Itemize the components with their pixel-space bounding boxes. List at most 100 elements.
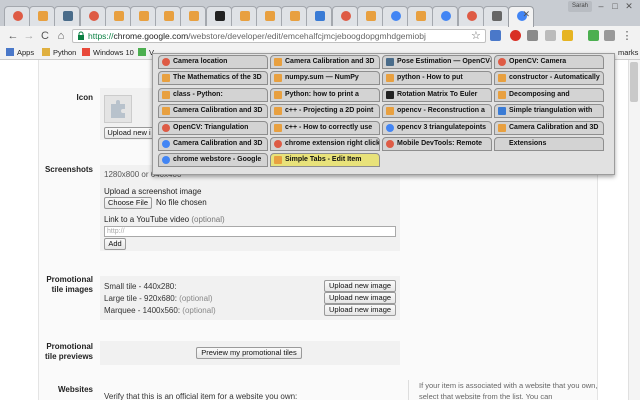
bookmark-star-icon[interactable]: ☆: [471, 29, 481, 42]
popup-tab-item[interactable]: Camera Calibration and 3D: [494, 120, 604, 135]
popup-tab-item[interactable]: chrome webstore - Google: [158, 153, 268, 168]
cast-icon[interactable]: [545, 30, 556, 41]
extension-gear-icon[interactable]: [527, 30, 538, 41]
popup-tab-item[interactable]: OpenCV: Camera: [494, 55, 604, 69]
close-tab-icon[interactable]: ✕: [522, 9, 530, 20]
pinwheel-icon: [498, 90, 506, 99]
home-icon[interactable]: ⌂: [54, 29, 68, 43]
popup-tab-title: python - How to put: [397, 74, 463, 82]
popup-tab-title: Camera Calibration and 3D: [285, 58, 375, 65]
popup-tab-item[interactable]: Camera Calibration and 3D: [270, 55, 380, 69]
browser-tab[interactable]: [482, 6, 509, 26]
popup-tab-title: Simple Tabs - Edit Item: [285, 156, 362, 164]
extension-star-icon[interactable]: [562, 30, 573, 41]
reload-icon[interactable]: C: [38, 29, 52, 43]
menu-icon[interactable]: ⋮: [620, 29, 634, 43]
url-text[interactable]: https://chrome.google.com/webstore/devel…: [88, 30, 426, 42]
browser-tab[interactable]: [155, 6, 182, 26]
browser-tab[interactable]: [4, 6, 30, 26]
forward-arrow-icon[interactable]: →: [22, 29, 36, 43]
popup-tab-item[interactable]: Pose Estimation — OpenCV-: [382, 55, 492, 69]
browser-tab[interactable]: [382, 6, 408, 26]
browser-tab[interactable]: [356, 6, 383, 26]
browser-tab[interactable]: [230, 6, 257, 26]
mit-icon: [498, 107, 506, 116]
popup-tab-item[interactable]: c++ - Projecting a 2D point: [270, 104, 380, 119]
popup-tab-item[interactable]: OpenCV: Triangulation: [158, 120, 268, 135]
simple-tabs-extension-icon[interactable]: [604, 30, 615, 41]
profile-badge[interactable]: Sarah: [568, 1, 592, 12]
icon-section-label: Icon: [76, 93, 93, 102]
popup-tab-item[interactable]: constructor - Automatically: [494, 71, 604, 86]
popup-tab-item[interactable]: Simple triangulation with: [494, 104, 604, 119]
browser-tab[interactable]: [331, 6, 358, 26]
browser-tab[interactable]: [104, 6, 131, 26]
chrome-icon: [88, 11, 99, 21]
pinwheel-icon: [274, 74, 282, 83]
maximize-icon[interactable]: □: [608, 0, 622, 12]
pinwheel-icon: [162, 90, 170, 99]
browser-tab[interactable]: [281, 6, 308, 26]
chrome-icon: [498, 58, 506, 66]
popup-tab-title: numpy.sum — NumPy: [285, 74, 359, 82]
browser-tab[interactable]: [205, 6, 232, 26]
upload-small-tile-button[interactable]: Upload new image: [324, 280, 396, 292]
browser-tab[interactable]: [130, 6, 156, 26]
scrollbar-thumb[interactable]: [630, 62, 638, 102]
bookmark-windows[interactable]: Windows 10: [82, 47, 134, 59]
popup-tab-item[interactable]: numpy.sum — NumPy: [270, 71, 380, 86]
popup-tab-item[interactable]: class - Python:: [158, 87, 268, 102]
popup-tab-item[interactable]: The Mathematics of the 3D: [158, 71, 268, 86]
bookmark-python[interactable]: Python: [42, 47, 76, 59]
popup-tab-item[interactable]: Decomposing and: [494, 87, 604, 102]
extension-opera-icon[interactable]: [510, 30, 521, 41]
browser-tab[interactable]: [432, 6, 459, 26]
websites-help-text: If your item is associated with a websit…: [408, 380, 598, 400]
popup-tab-item[interactable]: chrome extension right click: [270, 137, 380, 151]
browser-tab[interactable]: [29, 6, 56, 26]
popup-tab-title: Python: how to print a: [285, 90, 359, 98]
browser-tab[interactable]: [79, 6, 106, 26]
upload-marquee-button[interactable]: Upload new image: [324, 304, 396, 316]
pinwheel-icon: [365, 11, 376, 21]
popup-tab-item[interactable]: python - How to put: [382, 71, 492, 86]
popup-tab-item[interactable]: opencv - Reconstruction a: [382, 104, 492, 119]
popup-tab-item[interactable]: opencv 3 triangulatepoints: [382, 120, 492, 135]
browser-tab[interactable]: [407, 6, 434, 26]
browser-tab[interactable]: [306, 6, 333, 26]
minimize-icon[interactable]: –: [594, 0, 608, 12]
google-icon: [391, 11, 401, 21]
bookmark-apps[interactable]: Apps: [6, 47, 34, 59]
popup-tab-item[interactable]: c++ - How to correctly use: [270, 120, 380, 135]
popup-tab-title: Camera Calibration and 3D: [173, 140, 263, 147]
browser-tab[interactable]: [457, 6, 484, 26]
upload-icon-button[interactable]: Upload new i: [104, 127, 154, 139]
popup-tab-item[interactable]: Camera Calibration and 3D: [158, 137, 268, 151]
back-arrow-icon[interactable]: ←: [6, 29, 20, 43]
popup-tab-item[interactable]: Mobile DevTools: Remote: [382, 137, 492, 151]
upload-large-tile-button[interactable]: Upload new image: [324, 292, 396, 304]
popup-tab-item[interactable]: Camera location: [158, 55, 268, 69]
close-window-icon[interactable]: ✕: [622, 0, 636, 12]
url-path: /webstore/developer/edit/emcehalfcjmcjeb…: [188, 31, 426, 41]
popup-tab-item[interactable]: Rotation Matrix To Euler: [382, 87, 492, 102]
page-scrollbar[interactable]: [628, 60, 640, 400]
bookmarks-overflow[interactable]: marks: [618, 47, 638, 59]
popup-tab-item[interactable]: Extensions: [494, 137, 604, 151]
popup-tab-item[interactable]: Simple Tabs - Edit Item: [270, 153, 380, 168]
choose-file-button[interactable]: Choose File: [104, 197, 152, 209]
preview-promo-tiles-button[interactable]: Preview my promotional tiles: [196, 347, 302, 359]
extension-grid-icon[interactable]: [490, 30, 501, 41]
browser-tab[interactable]: ✕: [508, 6, 534, 27]
add-video-button[interactable]: Add: [104, 238, 126, 250]
pinwheel-icon: [38, 11, 49, 21]
popup-tab-item[interactable]: Camera Calibration and 3D: [158, 104, 268, 119]
popup-tab-item[interactable]: Python: how to print a: [270, 87, 380, 102]
youtube-url-input[interactable]: http://: [104, 226, 396, 237]
extension-leaf-icon[interactable]: [588, 30, 599, 41]
browser-tab[interactable]: [256, 6, 282, 26]
pinwheel-icon: [162, 74, 170, 83]
websites-section-label: Websites: [58, 385, 93, 394]
browser-tab[interactable]: [54, 6, 81, 26]
browser-tab[interactable]: [180, 6, 207, 26]
